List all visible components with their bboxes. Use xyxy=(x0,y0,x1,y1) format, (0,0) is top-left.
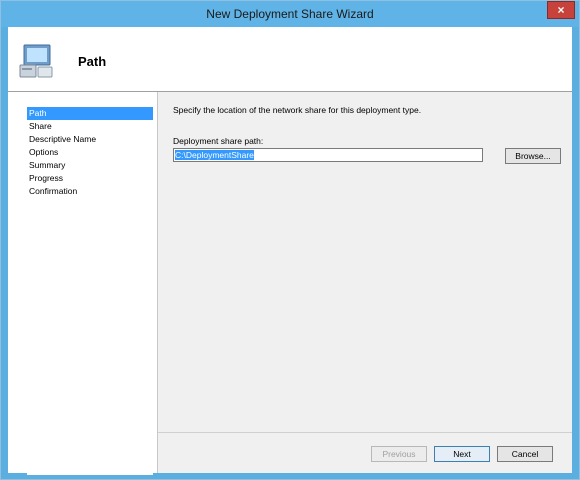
wizard-steps-nav: Path Share Descriptive Name Options Summ… xyxy=(27,107,153,475)
title-bar[interactable]: New Deployment Share Wizard × xyxy=(1,1,579,27)
nav-item-descriptive-name[interactable]: Descriptive Name xyxy=(27,133,153,146)
step-description: Specify the location of the network shar… xyxy=(173,105,422,115)
cancel-button[interactable]: Cancel xyxy=(497,446,553,462)
nav-item-share[interactable]: Share xyxy=(27,120,153,133)
close-icon: × xyxy=(557,3,565,17)
computer-icon xyxy=(19,44,53,78)
path-input-selected-text: C:\DeploymentShare xyxy=(175,150,254,160)
nav-item-path[interactable]: Path xyxy=(27,107,153,120)
nav-item-summary[interactable]: Summary xyxy=(27,159,153,172)
next-button[interactable]: Next xyxy=(434,446,490,462)
page-title: Path xyxy=(78,54,107,69)
nav-item-options[interactable]: Options xyxy=(27,146,153,159)
nav-item-confirmation[interactable]: Confirmation xyxy=(27,185,153,198)
deployment-share-path-input[interactable]: C:\DeploymentShare xyxy=(173,148,483,162)
wizard-client-area: Path Path Share Descriptive Name Options… xyxy=(8,27,572,475)
step-content-panel: Specify the location of the network shar… xyxy=(158,92,572,432)
window-title: New Deployment Share Wizard xyxy=(206,7,374,21)
wizard-footer: Previous Next Cancel xyxy=(158,433,572,473)
nav-item-progress[interactable]: Progress xyxy=(27,172,153,185)
close-button[interactable]: × xyxy=(547,1,575,19)
wizard-header: Path xyxy=(8,27,572,91)
browse-button[interactable]: Browse... xyxy=(505,148,561,164)
wizard-window: New Deployment Share Wizard × Path Path … xyxy=(0,0,580,480)
deployment-share-path-label: Deployment share path: xyxy=(173,136,264,146)
previous-button[interactable]: Previous xyxy=(371,446,427,462)
